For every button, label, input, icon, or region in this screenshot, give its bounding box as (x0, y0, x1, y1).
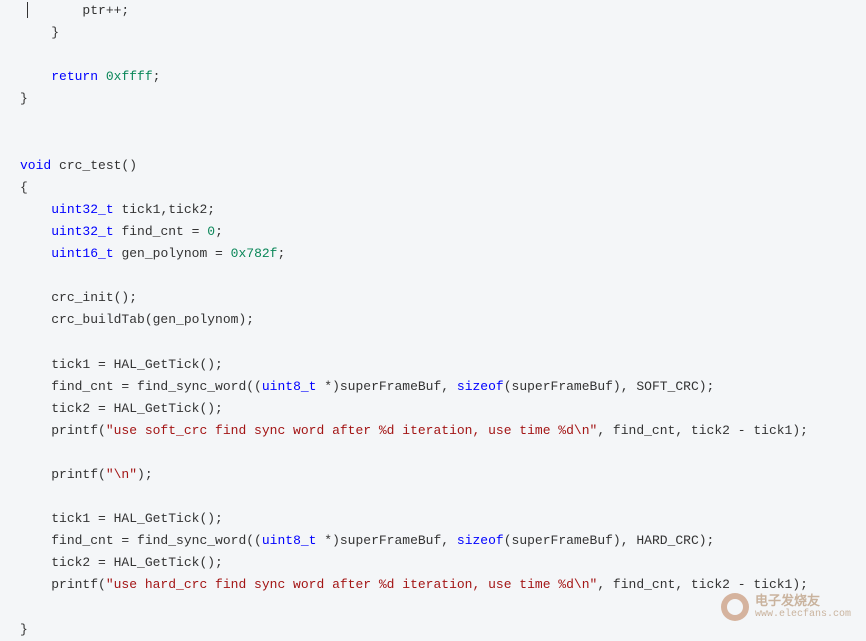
watermark-url: www.elecfans.com (755, 609, 851, 621)
type-uint8: uint8_t (262, 533, 317, 548)
code-text: find_cnt = (114, 224, 208, 239)
code-text: ptr++; (82, 3, 129, 18)
watermark-logo-icon (721, 593, 749, 621)
code-text: gen_polynom = (114, 246, 231, 261)
code-text: crc_init(); (51, 290, 137, 305)
code-text: (superFrameBuf), SOFT_CRC); (504, 379, 715, 394)
code-text: *)superFrameBuf, (316, 379, 456, 394)
type-uint8: uint8_t (262, 379, 317, 394)
string-literal: "use hard_crc find sync word after %d it… (106, 577, 597, 592)
type-uint32: uint32_t (51, 224, 113, 239)
code-text: } (20, 91, 28, 106)
code-text: { (20, 180, 28, 195)
type-uint32: uint32_t (51, 202, 113, 217)
code-text: } (51, 25, 59, 40)
text-cursor (27, 2, 28, 18)
keyword-sizeof: sizeof (457, 379, 504, 394)
code-text: tick1,tick2; (114, 202, 215, 217)
code-text: (superFrameBuf), HARD_CRC); (504, 533, 715, 548)
code-text: ; (215, 224, 223, 239)
keyword-sizeof: sizeof (457, 533, 504, 548)
code-text: *)superFrameBuf, (316, 533, 456, 548)
watermark-brand-name: 电子发烧友 (755, 593, 851, 609)
keyword-void: void (20, 158, 51, 173)
code-text: printf( (51, 467, 106, 482)
code-text: printf( (51, 423, 106, 438)
code-text: find_cnt = find_sync_word(( (51, 533, 262, 548)
code-text: } (20, 622, 28, 637)
keyword-return: return (51, 69, 98, 84)
number-literal: 0x782f (231, 246, 278, 261)
code-text: ; (277, 246, 285, 261)
code-text: , find_cnt, tick2 - tick1); (597, 423, 808, 438)
function-name: crc_test() (51, 158, 137, 173)
code-text: tick2 = HAL_GetTick(); (51, 555, 223, 570)
watermark-text-group: 电子发烧友 www.elecfans.com (755, 593, 851, 621)
code-text: tick1 = HAL_GetTick(); (51, 511, 223, 526)
code-block: ptr++; } return 0xffff; } void crc_test(… (20, 0, 866, 641)
watermark: 电子发烧友 www.elecfans.com (721, 593, 851, 621)
code-text: find_cnt = find_sync_word(( (51, 379, 262, 394)
number-literal: 0 (207, 224, 215, 239)
string-literal: "\n" (106, 467, 137, 482)
code-text: printf( (51, 577, 106, 592)
number-literal: 0xffff (106, 69, 153, 84)
type-uint16: uint16_t (51, 246, 113, 261)
code-text: tick2 = HAL_GetTick(); (51, 401, 223, 416)
code-text: tick1 = HAL_GetTick(); (51, 357, 223, 372)
string-literal: "use soft_crc find sync word after %d it… (106, 423, 597, 438)
code-text: crc_buildTab(gen_polynom); (51, 312, 254, 327)
code-text: ; (153, 69, 161, 84)
code-text: ); (137, 467, 153, 482)
code-text: , find_cnt, tick2 - tick1); (597, 577, 808, 592)
